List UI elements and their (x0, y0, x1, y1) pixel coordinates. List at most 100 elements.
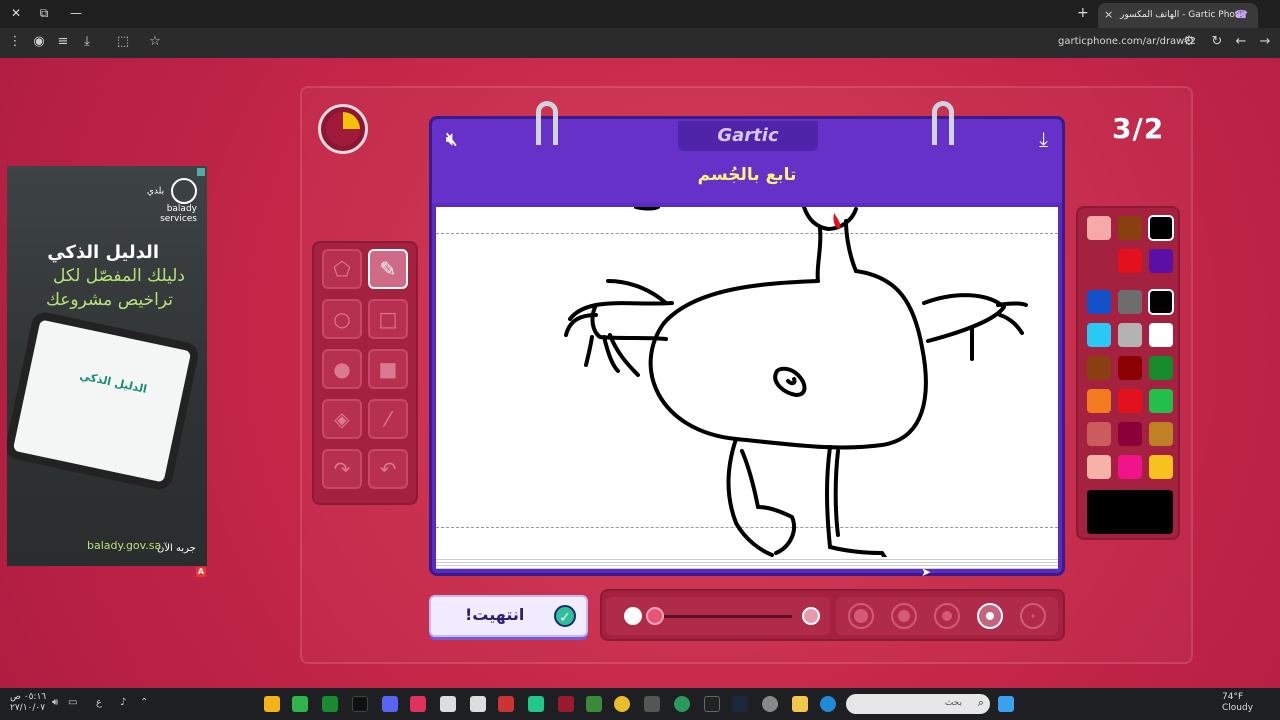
color-swatch[interactable] (1087, 455, 1111, 479)
microphone-icon[interactable]: ♪ (120, 697, 126, 708)
color-swatch[interactable] (1087, 422, 1111, 446)
undo-icon[interactable]: ↶ (368, 449, 408, 489)
reload-icon[interactable]: ↻ (1208, 34, 1226, 49)
drawing-canvas[interactable] (436, 207, 1058, 557)
color-swatch[interactable] (1149, 455, 1173, 479)
color-swatch[interactable] (1087, 389, 1111, 413)
color-swatch[interactable] (1118, 216, 1142, 240)
fill-bucket-tool-icon[interactable]: ◈ (322, 399, 362, 439)
browser-tab[interactable]: × الهاتف المكسور - Gartic Phone ☎ (1098, 3, 1258, 28)
close-tab-icon[interactable]: × (1104, 8, 1113, 21)
taskbar-search[interactable]: بحث ⌕ (846, 694, 990, 714)
redo-icon[interactable]: ↷ (322, 449, 362, 489)
color-swatch[interactable] (1149, 422, 1173, 446)
drawing-prompt: تابع بالجُسم (697, 165, 797, 185)
eraser-tool-icon[interactable]: ⬠ (322, 249, 362, 289)
app-icon[interactable] (264, 696, 280, 712)
color-swatch[interactable] (1149, 356, 1173, 380)
brush-size-3-button[interactable] (934, 603, 960, 629)
round-counter: 3/2 (1112, 112, 1165, 145)
profile-icon[interactable]: ◉ (30, 34, 48, 49)
app-icon[interactable] (674, 696, 690, 712)
app-icon[interactable] (498, 696, 514, 712)
color-swatch[interactable] (1087, 216, 1111, 240)
address-bar[interactable]: garticphone.com/ar/draw?2 (1058, 36, 1196, 47)
new-tab-button[interactable]: + (1077, 5, 1089, 21)
brush-size-2-button[interactable] (891, 603, 917, 629)
app-icon[interactable] (704, 696, 720, 712)
opacity-knob[interactable] (646, 607, 664, 625)
opacity-slider[interactable] (606, 597, 830, 635)
network-icon[interactable]: ▭ (68, 697, 77, 708)
filled-rectangle-tool-icon[interactable]: ■ (368, 349, 408, 389)
color-swatch[interactable] (1118, 249, 1142, 273)
color-swatch[interactable] (1118, 422, 1142, 446)
color-swatch[interactable] (1149, 249, 1173, 273)
rectangle-tool-icon[interactable]: □ (368, 299, 408, 339)
taskbar-clock[interactable]: ٠٥:١٦ ص ٢٧/١٠/٠٧ (10, 692, 46, 714)
ad-choices-icon[interactable] (197, 168, 205, 176)
advertisement[interactable]: بلدي balady services الدليل الذكي دليلك … (7, 166, 207, 566)
close-window-icon[interactable]: ✕ (6, 6, 26, 20)
bookmark-star-icon[interactable]: ☆ (146, 34, 164, 49)
pencil-tool-icon[interactable]: ✎ (368, 249, 408, 289)
xbox-app-icon[interactable] (322, 696, 338, 712)
restore-window-icon[interactable]: ⧉ (34, 6, 54, 21)
color-swatch[interactable] (1087, 356, 1111, 380)
settings-icon[interactable] (762, 696, 778, 712)
reading-list-icon[interactable]: ≡ (54, 34, 72, 49)
forward-icon[interactable]: ← (1232, 34, 1250, 49)
brush-size-1-button[interactable] (848, 603, 874, 629)
xbox-icon[interactable] (292, 696, 308, 712)
tiktok-icon[interactable] (352, 696, 368, 712)
round-timer (318, 104, 368, 154)
color-swatch[interactable] (1118, 356, 1142, 380)
color-swatch[interactable] (1148, 215, 1174, 241)
app-icon[interactable] (586, 696, 602, 712)
app-icon[interactable] (470, 696, 486, 712)
line-tool-icon[interactable]: ⁄ (368, 399, 408, 439)
brush-size-dot-icon (986, 612, 994, 620)
minimize-window-icon[interactable]: — (66, 6, 86, 20)
done-button[interactable]: انتهيت! ✓ (429, 595, 588, 637)
filled-ellipse-tool-icon[interactable]: ● (322, 349, 362, 389)
site-settings-icon[interactable]: ⚙ (1180, 34, 1198, 49)
download-drawing-icon[interactable]: ⤓ (1039, 127, 1048, 151)
discord-icon[interactable] (382, 696, 398, 712)
app-icon[interactable] (528, 696, 544, 712)
color-swatch[interactable] (1118, 323, 1142, 347)
steam-icon[interactable] (732, 696, 748, 712)
file-explorer-icon[interactable] (792, 696, 808, 712)
show-hidden-icons-icon[interactable]: ⌃ (140, 697, 148, 708)
color-swatch[interactable] (1118, 455, 1142, 479)
menu-icon[interactable]: ⋮ (6, 34, 24, 49)
language-indicator[interactable]: ع (96, 697, 102, 708)
opacity-track[interactable] (656, 615, 792, 618)
color-swatch[interactable] (1087, 323, 1111, 347)
app-icon[interactable] (558, 696, 574, 712)
brush-size-4-button[interactable] (977, 603, 1003, 629)
ellipse-tool-icon[interactable]: ○ (322, 299, 362, 339)
app-icon[interactable] (644, 696, 660, 712)
color-swatch[interactable] (1118, 389, 1142, 413)
edge-icon[interactable] (820, 696, 836, 712)
color-swatch[interactable] (1148, 289, 1174, 315)
back-icon[interactable]: → (1256, 34, 1274, 49)
game-page: بلدي balady services الدليل الذكي دليلك … (0, 58, 1280, 688)
download-icon[interactable]: ⤓ (78, 34, 96, 49)
color-swatch[interactable] (1149, 323, 1173, 347)
brush-size-dot-icon (1031, 614, 1035, 618)
app-icon[interactable] (410, 696, 426, 712)
chrome-icon[interactable] (614, 696, 630, 712)
mute-icon[interactable]: 🔇︎ (446, 129, 457, 150)
weather-widget[interactable]: 74°F Cloudy (1222, 692, 1253, 714)
obs-icon[interactable] (440, 696, 456, 712)
color-swatch[interactable] (1087, 290, 1111, 314)
volume-icon[interactable]: 🔊︎ (52, 697, 58, 708)
done-button-label: انتهيت! (465, 605, 525, 624)
windows-start-icon[interactable] (998, 696, 1014, 712)
color-swatch[interactable] (1118, 290, 1142, 314)
brush-size-5-button[interactable] (1020, 603, 1046, 629)
extensions-icon[interactable]: ⬚ (114, 34, 132, 49)
color-swatch[interactable] (1149, 389, 1173, 413)
